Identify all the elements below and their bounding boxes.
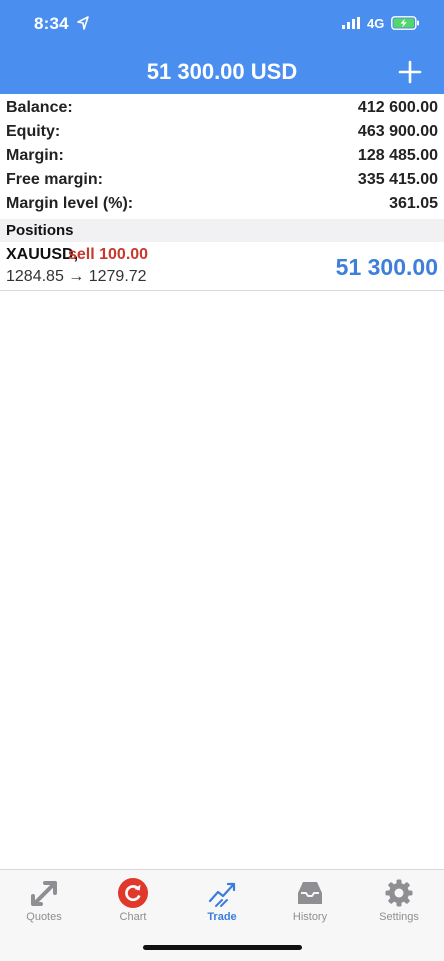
summary-row-margin: Margin: 128 485.00 (0, 144, 444, 168)
summary-label: Equity: (6, 123, 61, 140)
tab-label: Quotes (26, 911, 62, 923)
summary-row-margin-level: Margin level (%): 361.05 (0, 192, 444, 216)
tab-label: Chart (119, 911, 147, 923)
summary-row-free-margin: Free margin: 335 415.00 (0, 168, 444, 192)
status-time: 8:34 (34, 14, 69, 33)
summary-value: 335 415.00 (357, 171, 438, 188)
quotes-icon (31, 881, 57, 906)
signal-icon (342, 17, 360, 29)
position-side: sell 100.00 (68, 246, 149, 263)
tab-settings[interactable]: Settings (355, 870, 443, 940)
position-row[interactable]: XAUUSD, sell 100.00 1284.85 → 1279.72 51… (0, 242, 444, 291)
summary-value: 412 600.00 (357, 99, 438, 116)
summary-label: Margin level (%): (6, 195, 134, 212)
battery-charging-icon (391, 16, 419, 30)
summary-value: 361.05 (389, 195, 438, 212)
positions-header-label: Positions (6, 222, 74, 239)
tab-history[interactable]: History (266, 870, 354, 940)
status-bar: 8:34 4G (0, 0, 444, 46)
tab-trade[interactable]: Trade (178, 870, 266, 940)
location-arrow-icon (77, 16, 89, 30)
add-order-button[interactable] (397, 59, 423, 85)
position-prices: 1284.85 → 1279.72 (6, 268, 147, 285)
tab-chart[interactable]: Chart (89, 870, 177, 940)
position-profit: 51 300.00 (335, 254, 438, 280)
summary-label: Balance: (6, 99, 73, 116)
home-indicator[interactable] (143, 945, 302, 950)
tab-quotes[interactable]: Quotes (0, 870, 88, 940)
tab-label: History (292, 911, 328, 923)
history-icon (298, 882, 322, 904)
summary-row-equity: Equity: 463 900.00 (0, 120, 444, 144)
network-label: 4G (367, 16, 385, 31)
settings-icon (385, 879, 413, 907)
app-header: 8:34 4G 51 300.00 USD (0, 0, 444, 94)
summary-value: 463 900.00 (357, 123, 438, 140)
tab-label: Trade (207, 911, 237, 923)
refresh-badge-icon (118, 878, 148, 908)
summary-value: 128 485.00 (357, 147, 438, 164)
trade-icon (208, 882, 236, 907)
positions-section-header: Positions (0, 219, 444, 242)
account-balance-title: 51 300.00 USD (146, 59, 298, 84)
account-summary: Balance: 412 600.00 Equity: 463 900.00 M… (0, 96, 444, 216)
summary-label: Margin: (6, 147, 64, 164)
summary-row-balance: Balance: 412 600.00 (0, 96, 444, 120)
tab-label: Settings (379, 911, 419, 923)
summary-label: Free margin: (6, 171, 103, 188)
